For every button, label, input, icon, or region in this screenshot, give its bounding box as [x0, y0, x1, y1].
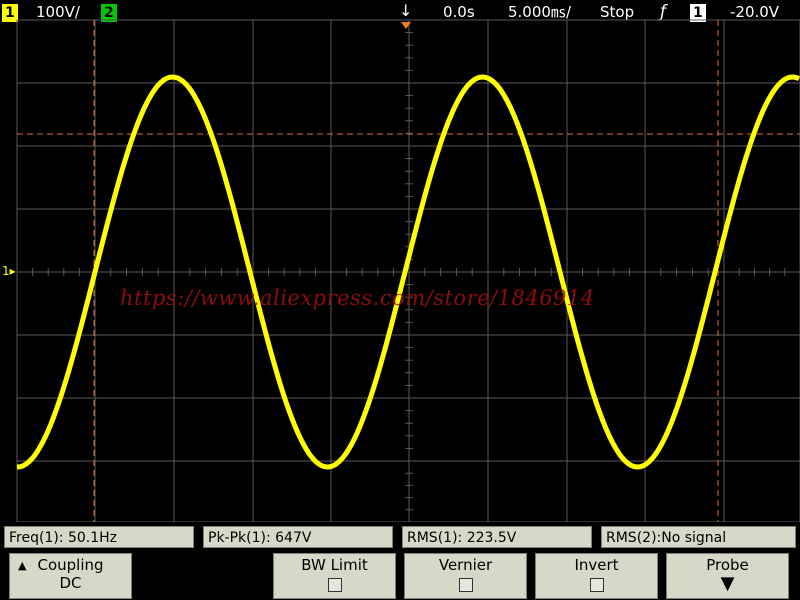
bw-limit-checkbox[interactable] [327, 578, 342, 592]
coupling-softkey[interactable]: ▲ Coupling DC [9, 553, 132, 599]
bw-limit-label: BW Limit [301, 556, 368, 574]
submenu-down-arrow-icon: ▼ [720, 573, 735, 594]
vernier-checkbox[interactable] [458, 578, 473, 592]
invert-label: Invert [574, 556, 619, 574]
graticule [16, 19, 800, 522]
invert-softkey[interactable]: Invert [535, 553, 658, 599]
probe-label: Probe [706, 556, 749, 574]
coupling-value: DC [59, 574, 82, 592]
probe-softkey[interactable]: Probe ▼ [666, 553, 789, 599]
measurement-rms2: RMS(2):No signal [601, 526, 796, 548]
vernier-label: Vernier [438, 556, 493, 574]
invert-checkbox[interactable] [589, 578, 604, 592]
coupling-label: Coupling [37, 556, 104, 574]
measurement-freq: Freq(1): 50.1Hz [4, 526, 194, 548]
bw-limit-softkey[interactable]: BW Limit [273, 553, 396, 599]
softkey-up-arrow-icon: ▲ [18, 559, 27, 572]
ch1-ground-marker-icon[interactable]: 1▸ [2, 265, 16, 277]
scope-screen: 1▸ https://www.aliexpress.com/store/1846… [0, 0, 800, 522]
vernier-softkey[interactable]: Vernier [404, 553, 527, 599]
watermark: https://www.aliexpress.com/store/1846914 [120, 286, 595, 310]
measurement-pkpk: Pk-Pk(1): 647V [203, 526, 393, 548]
measurement-rms1: RMS(1): 223.5V [402, 526, 592, 548]
